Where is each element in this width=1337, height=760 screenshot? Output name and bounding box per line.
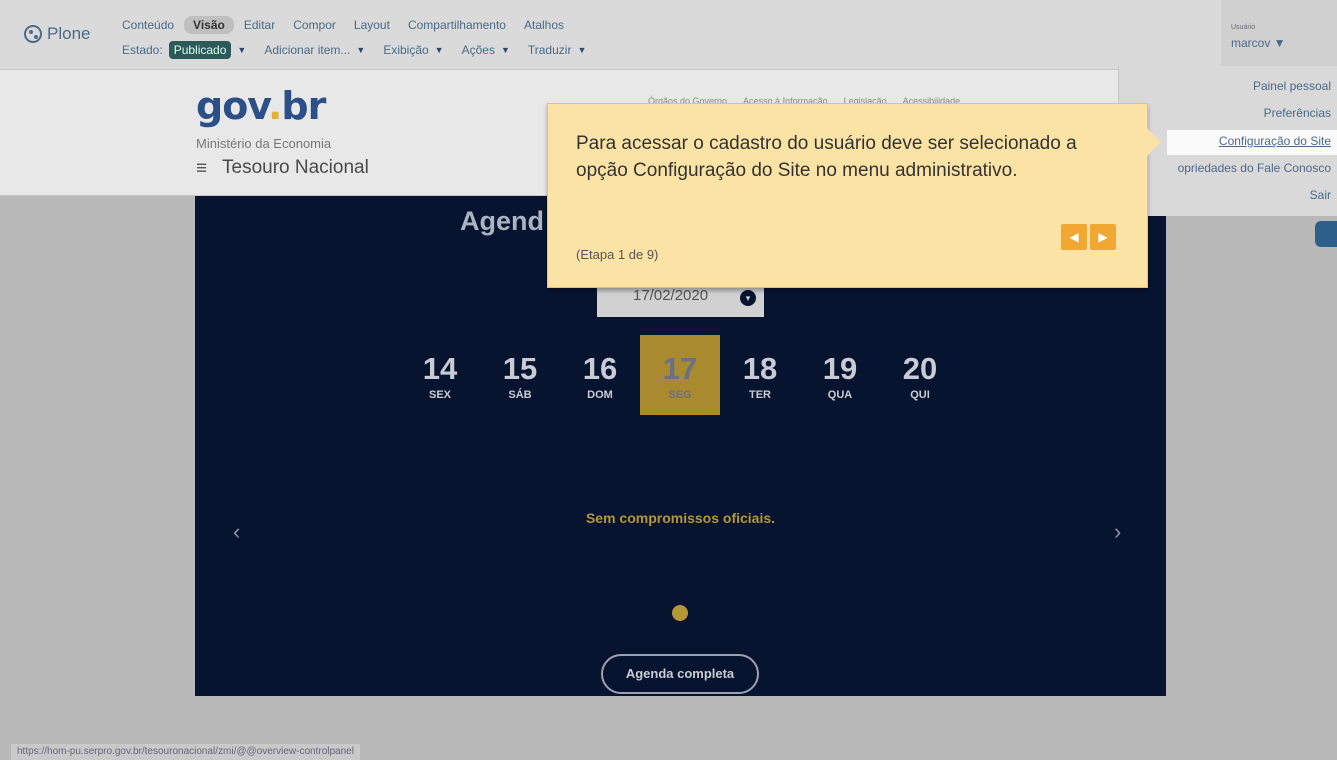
tour-tooltip: Para acessar o cadastro do usuário deve … (547, 103, 1161, 288)
day-item[interactable]: 19 QUA (800, 335, 880, 415)
translate-menu[interactable]: Traduzir (528, 43, 572, 57)
add-item-dropdown-icon[interactable]: ▼ (356, 45, 365, 55)
state-label: Estado: (122, 43, 163, 57)
site-title[interactable]: Tesouro Nacional (222, 157, 369, 179)
day-weekday: SEG (668, 389, 692, 401)
day-weekday: SÁB (508, 389, 532, 401)
toolbar-secondary-actions: Estado: Publicado ▼ Adicionar item... ▼ … (122, 41, 598, 59)
govbr-logo-dot: . (267, 84, 282, 128)
date-picker-value: 17/02/2020 (633, 287, 709, 304)
display-dropdown-icon[interactable]: ▼ (435, 45, 444, 55)
govbr-logo[interactable]: gov.br (196, 84, 326, 128)
add-item-menu[interactable]: Adicionar item... (264, 43, 350, 57)
day-item[interactable]: 20 QUI (880, 335, 960, 415)
full-agenda-button[interactable]: Agenda completa (601, 654, 759, 694)
side-tab-badge[interactable] (1315, 221, 1337, 247)
day-item[interactable]: 18 TER (720, 335, 800, 415)
day-weekday: QUA (827, 389, 853, 401)
hamburger-menu-icon[interactable]: ≡ (196, 158, 207, 180)
day-weekday: QUI (910, 389, 930, 401)
display-menu[interactable]: Exibição (383, 43, 428, 57)
day-item[interactable]: 14 SEX (400, 335, 480, 415)
day-weekday: TER (749, 389, 771, 401)
tour-text: Para acessar o cadastro do usuário deve … (576, 133, 1077, 181)
day-number: 17 (662, 351, 698, 386)
plone-toolbar: Plone Conteúdo Visão Editar Compor Layou… (0, 0, 1337, 70)
plone-logo-icon (24, 25, 42, 43)
tour-next-button[interactable]: ▶ (1090, 224, 1116, 250)
day-number: 20 (902, 351, 938, 386)
menu-item-propriedades-fale-conosco[interactable]: opriedades do Fale Conosco (1178, 161, 1331, 175)
day-number: 18 (742, 351, 778, 386)
user-menu[interactable]: Usuário marcov ▼ (1221, 0, 1337, 70)
state-dropdown-icon[interactable]: ▼ (237, 45, 246, 55)
browser-status-url: https://hom-pu.serpro.gov.br/tesouronaci… (11, 744, 360, 760)
govbr-logo-br: br (281, 84, 326, 128)
plone-logo[interactable]: Plone (24, 24, 90, 44)
day-weekday: SEX (428, 389, 451, 401)
menu-item-configuracao-do-site[interactable]: Configuração do Site (1167, 130, 1337, 155)
day-item-active[interactable]: 17 SEG (640, 335, 720, 415)
translate-dropdown-icon[interactable]: ▼ (577, 45, 586, 55)
user-name-button[interactable]: marcov ▼ (1231, 36, 1286, 50)
state-badge[interactable]: Publicado (168, 41, 232, 59)
day-number: 16 (582, 351, 618, 386)
day-number: 19 (822, 351, 858, 386)
user-caption: Usuário (1231, 24, 1256, 31)
ministry-name: Ministério da Economia (196, 136, 332, 151)
calendar-icon[interactable]: ▾ (740, 290, 756, 306)
tour-prev-button[interactable]: ◀ (1061, 224, 1087, 250)
agenda-title: Agend (460, 206, 544, 236)
toolbar-visao[interactable]: Visão (184, 16, 234, 34)
tour-step-indicator: (Etapa 1 de 9) (576, 247, 659, 262)
menu-item-sair[interactable]: Sair (1310, 188, 1331, 202)
day-number: 14 (422, 351, 458, 386)
day-item[interactable]: 16 DOM (560, 335, 640, 415)
carousel-dot[interactable] (672, 605, 688, 621)
toolbar-conteudo[interactable]: Conteúdo (122, 18, 174, 32)
day-weekday: DOM (587, 389, 613, 401)
toolbar-atalhos[interactable]: Atalhos (524, 18, 564, 32)
day-number: 15 (502, 351, 538, 386)
toolbar-primary-actions: Conteúdo Visão Editar Compor Layout Comp… (122, 16, 564, 34)
day-item[interactable]: 15 SÁB (480, 335, 560, 415)
no-events-message: Sem compromissos oficiais. (585, 510, 776, 526)
menu-item-preferencias[interactable]: Preferências (1264, 106, 1331, 120)
toolbar-layout[interactable]: Layout (354, 18, 390, 32)
toolbar-compor[interactable]: Compor (293, 18, 336, 32)
plone-logo-text: Plone (47, 24, 91, 43)
govbr-logo-gov: gov (196, 84, 269, 128)
menu-item-painel-pessoal[interactable]: Painel pessoal (1253, 79, 1331, 93)
actions-menu[interactable]: Ações (462, 43, 495, 57)
actions-dropdown-icon[interactable]: ▼ (501, 45, 510, 55)
toolbar-compartilhamento[interactable]: Compartilhamento (408, 18, 506, 32)
toolbar-editar[interactable]: Editar (244, 18, 275, 32)
